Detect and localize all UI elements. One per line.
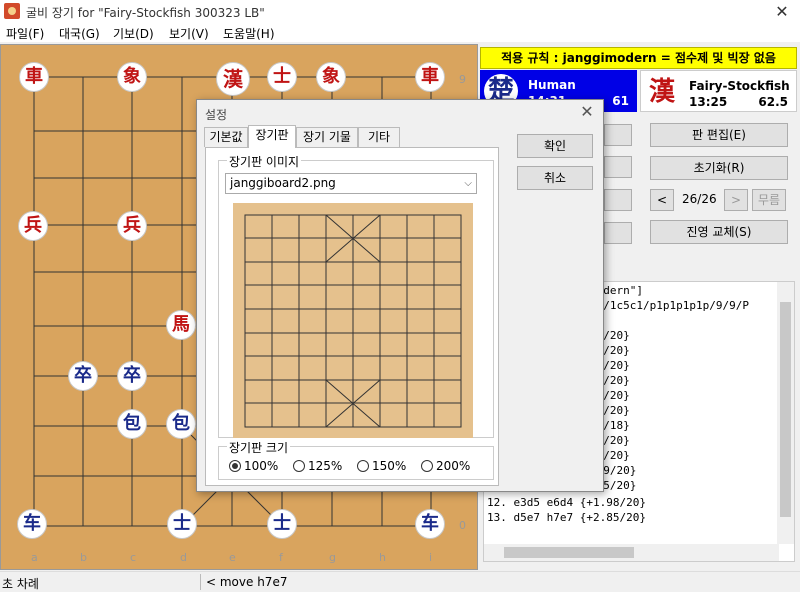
menu-help[interactable]: 도움말(H) — [223, 25, 275, 42]
radio-icon — [357, 460, 369, 472]
radio-label: 100% — [244, 459, 279, 473]
board-size-group: 장기판 크기 100% 125% 150% 200% — [218, 439, 494, 480]
size-125-radio[interactable]: 125% — [293, 459, 342, 473]
han-general-icon: 漢 — [648, 77, 675, 107]
tab-board[interactable]: 장기판 — [248, 125, 296, 148]
radio-label: 125% — [308, 459, 343, 473]
piece-blue-soldier[interactable]: 卒 — [68, 361, 98, 391]
window-close-button[interactable]: ✕ — [772, 2, 792, 21]
radio-label: 200% — [436, 459, 471, 473]
cancel-button[interactable]: 취소 — [517, 166, 593, 190]
hidden-button-2[interactable] — [604, 156, 632, 178]
radio-selected-icon — [229, 460, 241, 472]
status-divider — [200, 574, 201, 590]
hidden-button-1[interactable] — [604, 124, 632, 146]
hidden-button-3[interactable] — [604, 189, 632, 211]
player-name: Fairy-Stockfish — [689, 79, 790, 93]
piece-blue-soldier[interactable]: 卒 — [117, 361, 147, 391]
menu-bar: 파일(F) 대국(G) 기보(D) 보기(V) 도움말(H) — [0, 22, 800, 42]
piece-red-soldier[interactable]: 兵 — [18, 211, 48, 241]
file-label: g — [329, 551, 336, 564]
rank-label: 9 — [459, 73, 466, 86]
board-preview — [233, 203, 473, 438]
rank-label: 0 — [459, 519, 466, 532]
swap-sides-button[interactable]: 진영 교체(S) — [650, 220, 788, 244]
dialog-title: 설정 — [205, 108, 228, 122]
chevron-down-icon: ⌵ — [464, 178, 472, 189]
tab-misc[interactable]: 기타 — [358, 127, 400, 147]
move-counter: 26/26 — [682, 192, 717, 206]
piece-red-chariot[interactable]: 車 — [19, 62, 49, 92]
log-vertical-scrollbar[interactable] — [777, 282, 794, 544]
piece-blue-guard[interactable]: 士 — [267, 509, 297, 539]
piece-red-general[interactable]: 漢 — [216, 62, 250, 96]
board-size-label: 장기판 크기 — [227, 439, 291, 456]
file-label: a — [31, 551, 38, 564]
piece-red-elephant[interactable]: 象 — [316, 62, 346, 92]
piece-blue-chariot[interactable]: 车 — [17, 509, 47, 539]
piece-red-chariot[interactable]: 車 — [415, 62, 445, 92]
file-label: c — [130, 551, 137, 564]
file-label: b — [80, 551, 87, 564]
size-200-radio[interactable]: 200% — [421, 459, 470, 473]
ok-button[interactable]: 확인 — [517, 134, 593, 158]
turn-status: 초 차례 — [2, 577, 39, 591]
player-name: Human — [528, 78, 576, 92]
reset-button[interactable]: 초기화(R) — [650, 156, 788, 180]
radio-icon — [293, 460, 305, 472]
board-edit-button[interactable]: 판 편집(E) — [650, 123, 788, 147]
menu-record[interactable]: 기보(D) — [113, 25, 154, 42]
size-100-radio[interactable]: 100% — [229, 459, 278, 473]
piece-blue-guard[interactable]: 士 — [167, 509, 197, 539]
board-image-group: 장기판 이미지 janggiboard2.png ⌵ — [218, 153, 494, 438]
piece-red-horse[interactable]: 馬 — [166, 310, 196, 340]
next-move-button[interactable]: > — [724, 189, 748, 211]
log-line: k4/1c5c1/p1p1p1p1p/9/9/P — [590, 299, 749, 312]
menu-file[interactable]: 파일(F) — [6, 25, 44, 42]
piece-blue-cannon[interactable]: 包 — [166, 409, 196, 439]
file-label: h — [379, 551, 386, 564]
player-score: 61 — [612, 94, 629, 108]
title-bar: 굴비 장기 for "Fairy-Stockfish 300323 LB" ✕ — [0, 0, 800, 22]
rule-banner: 적용 규칙 : janggimodern = 점수제 및 빅장 없음 — [480, 47, 797, 69]
piece-red-soldier[interactable]: 兵 — [117, 211, 147, 241]
file-label: e — [229, 551, 236, 564]
status-bar: 초 차례 < move h7e7 — [0, 571, 800, 591]
log-line: 12. e3d5 e6d4 {+1.98/20} — [487, 496, 646, 509]
piece-red-elephant[interactable]: 象 — [117, 62, 147, 92]
player-score: 62.5 — [758, 95, 788, 109]
size-150-radio[interactable]: 150% — [357, 459, 406, 473]
app-icon — [4, 3, 20, 19]
log-horizontal-scrollbar[interactable] — [484, 544, 779, 561]
piece-blue-chariot[interactable]: 车 — [415, 509, 445, 539]
scroll-thumb[interactable] — [780, 302, 791, 517]
board-image-value: janggiboard2.png — [230, 176, 336, 190]
menu-view[interactable]: 보기(V) — [169, 25, 209, 42]
prev-move-button[interactable]: < — [650, 189, 674, 211]
window-title: 굴비 장기 for "Fairy-Stockfish 300323 LB" — [26, 6, 265, 20]
tab-defaults[interactable]: 기본값 — [204, 127, 248, 147]
file-label: f — [279, 551, 283, 564]
board-settings-panel: 장기판 이미지 janggiboard2.png ⌵ 장기판 크기 100% 1… — [205, 147, 499, 486]
menu-game[interactable]: 대국(G) — [59, 25, 100, 42]
scroll-thumb[interactable] — [504, 547, 634, 558]
radio-icon — [421, 460, 433, 472]
file-label: d — [180, 551, 187, 564]
log-line: 13. d5e7 h7e7 {+2.85/20} — [487, 511, 646, 524]
file-label: i — [429, 551, 433, 564]
tab-pieces[interactable]: 장기 기물 — [296, 127, 358, 147]
last-move-status: < move h7e7 — [206, 575, 288, 589]
settings-dialog: 설정 ✕ 기본값 장기판 장기 기물 기타 장기판 이미지 janggiboar… — [196, 99, 604, 492]
board-image-label: 장기판 이미지 — [227, 153, 302, 170]
radio-label: 150% — [372, 459, 407, 473]
dialog-close-button[interactable]: ✕ — [577, 102, 597, 122]
board-image-select[interactable]: janggiboard2.png ⌵ — [225, 173, 477, 194]
player-clock: 13:25 — [689, 95, 728, 109]
hidden-button-4[interactable] — [604, 222, 632, 244]
board-preview-grid — [244, 214, 462, 428]
takeback-button[interactable]: 무름 — [752, 189, 786, 211]
piece-red-guard[interactable]: 士 — [267, 62, 297, 92]
piece-blue-cannon[interactable]: 包 — [117, 409, 147, 439]
player-engine-panel: 漢 Fairy-Stockfish 13:25 62.5 — [640, 70, 797, 112]
